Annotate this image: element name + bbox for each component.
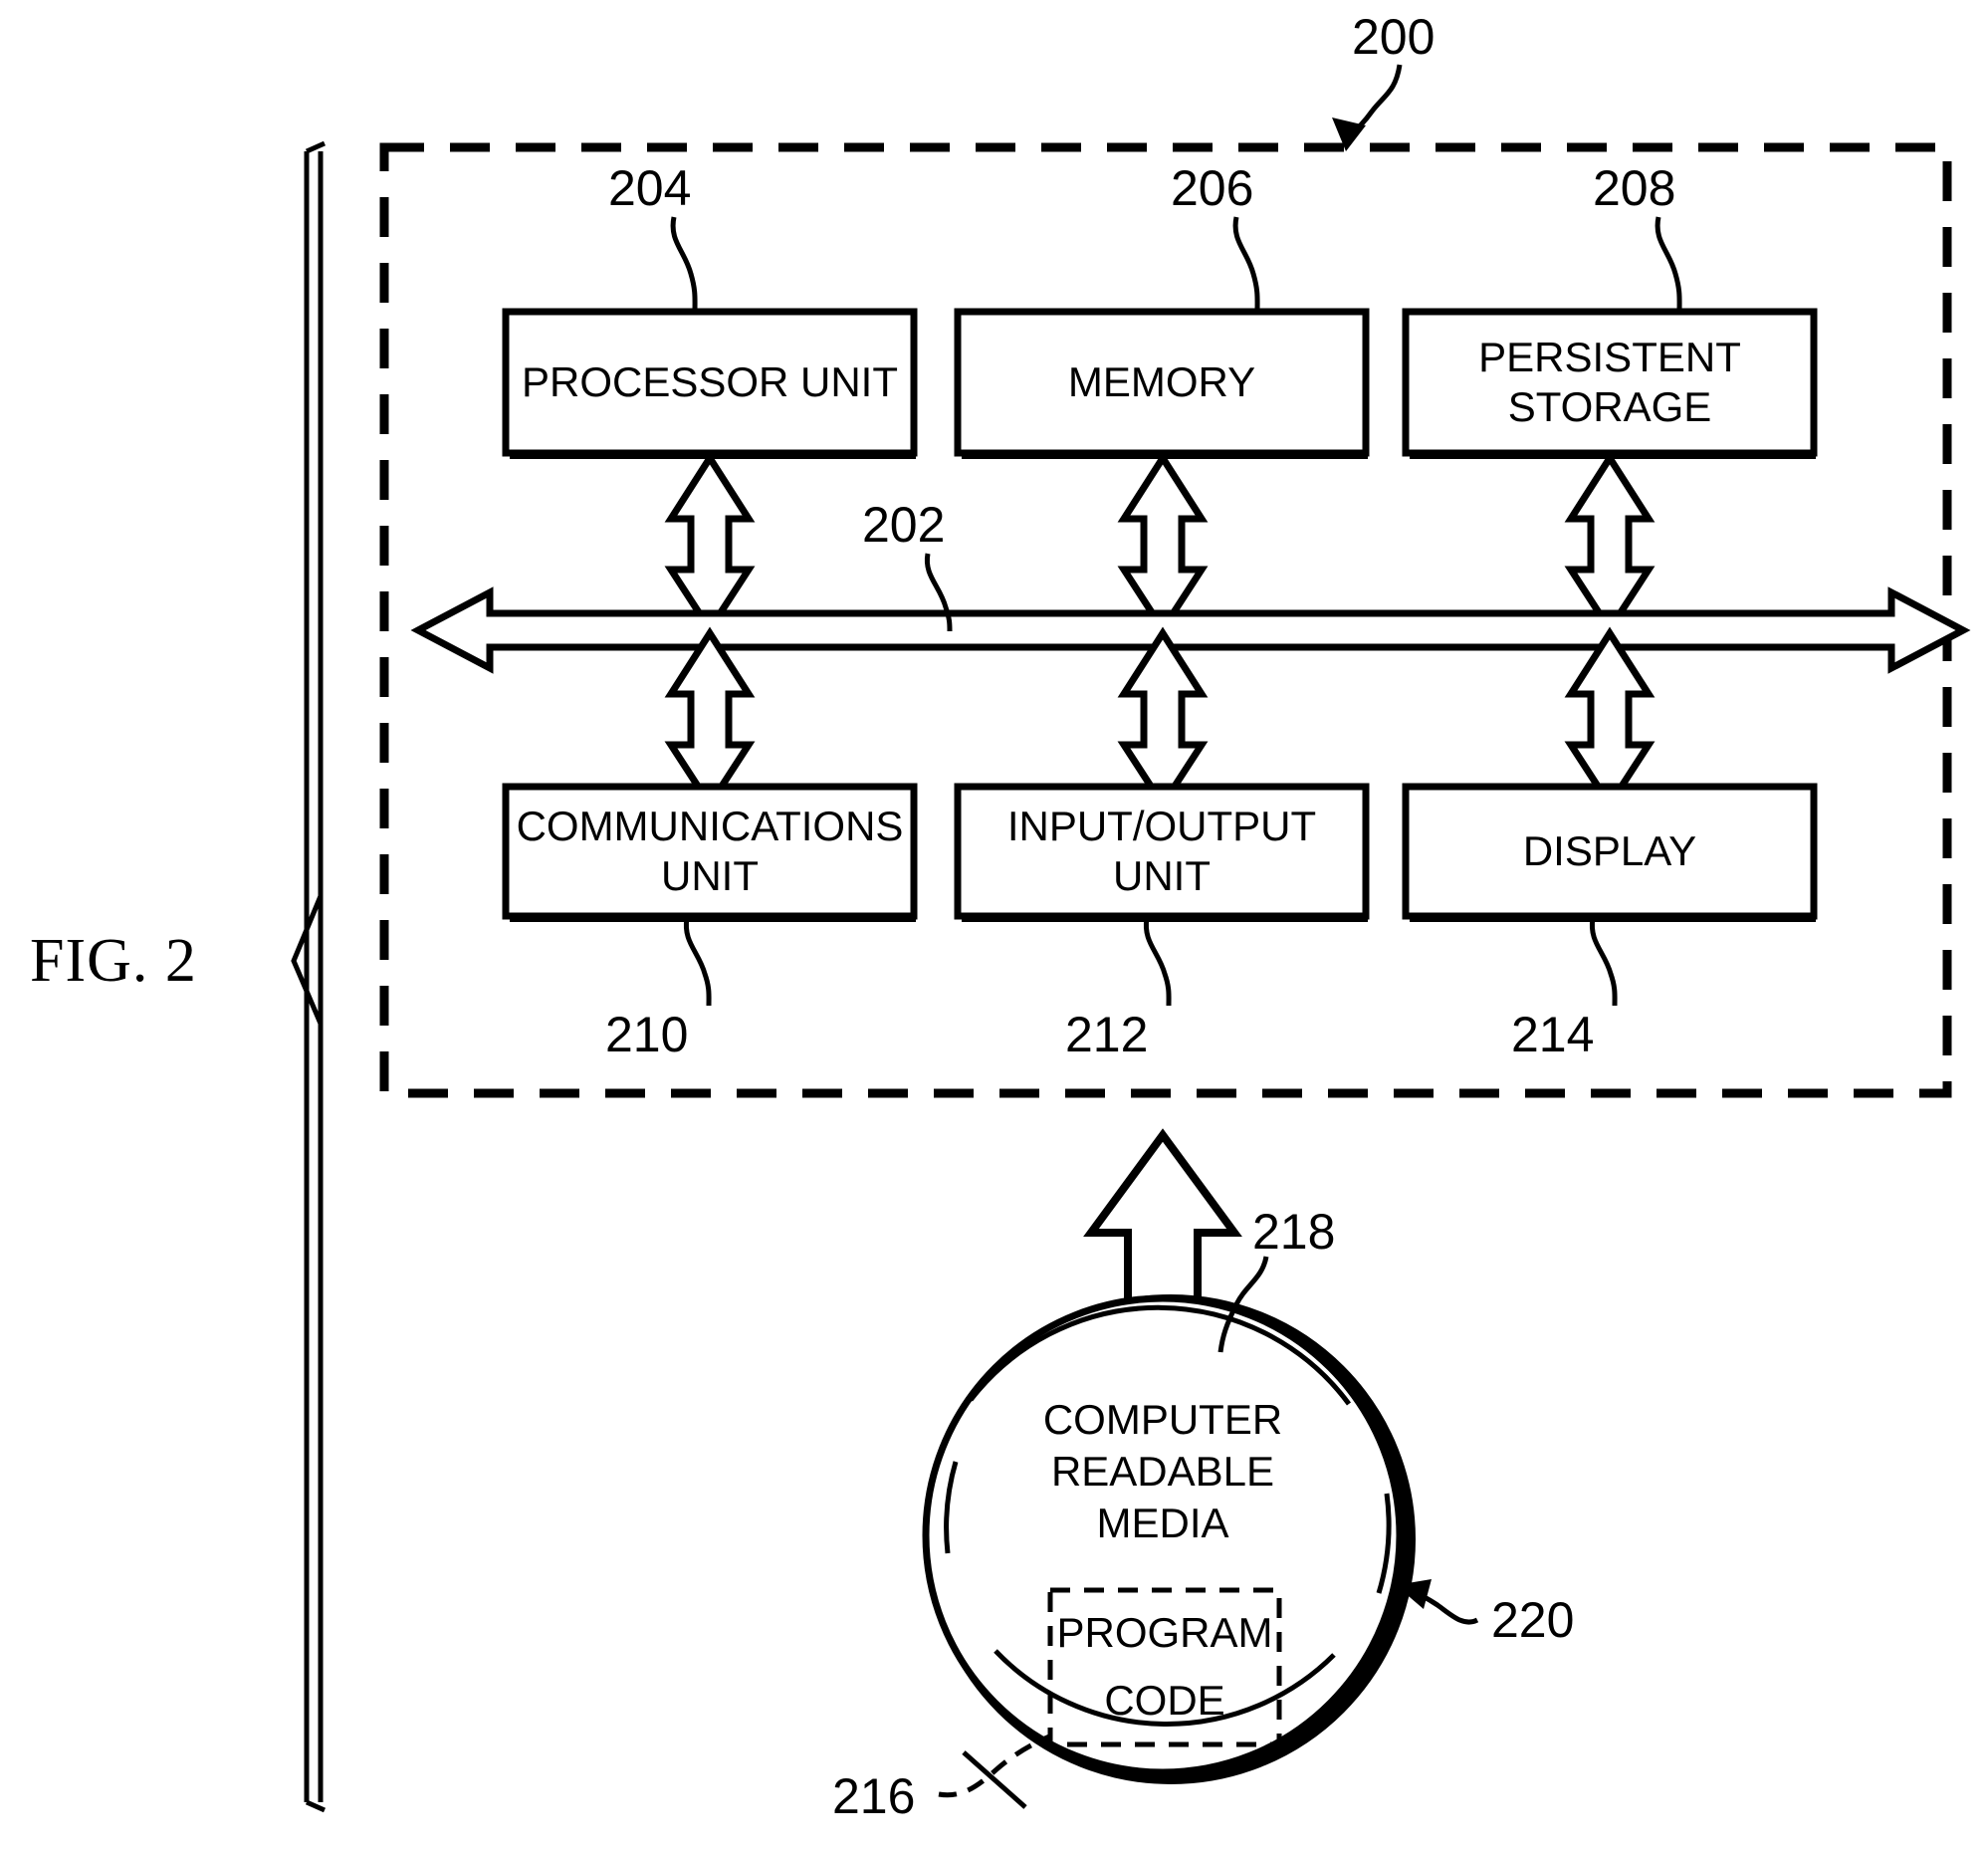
- ref-204-leader: [670, 216, 698, 313]
- system-bus: [410, 586, 1971, 674]
- figure-line-art: [291, 64, 1971, 1813]
- ref-number-210: 210: [605, 1007, 689, 1062]
- ref-206-leader: [1232, 216, 1260, 313]
- processor-bus-arrow: [664, 451, 756, 636]
- communications-bus-arrow: [664, 626, 756, 811]
- display-box: [1402, 783, 1818, 920]
- memory-box: [954, 308, 1370, 457]
- ref-208-leader: [1655, 216, 1682, 313]
- persistent-storage-box: [1402, 308, 1818, 457]
- ref-number-212: 212: [1065, 1007, 1149, 1062]
- processor-unit-box: [502, 308, 918, 457]
- ref-number-200: 200: [1352, 9, 1436, 65]
- ref-number-208: 208: [1593, 160, 1676, 216]
- ref-number-216: 216: [832, 1768, 916, 1824]
- ref-220-leader: [1396, 1579, 1479, 1625]
- figure-bracket: [291, 140, 327, 1813]
- input-output-unit-box: [954, 783, 1370, 920]
- ref-number-220: 220: [1491, 1592, 1575, 1648]
- ref-210-leader: [683, 917, 712, 1007]
- ref-216-crossmark: [962, 1750, 1027, 1809]
- ref-number-206: 206: [1171, 160, 1254, 216]
- figure-title: FIG. 2: [30, 927, 197, 995]
- persistent-storage-bus-arrow: [1564, 451, 1656, 636]
- ref-number-202: 202: [862, 497, 946, 553]
- ref-214-leader: [1589, 917, 1618, 1007]
- ref-212-leader: [1143, 917, 1172, 1007]
- input-output-bus-arrow: [1117, 626, 1209, 811]
- ref-number-204: 204: [608, 160, 692, 216]
- ref-216-leader: [938, 1734, 1051, 1798]
- communications-unit-box: [502, 783, 918, 920]
- ref-number-214: 214: [1511, 1007, 1595, 1062]
- memory-bus-arrow: [1117, 451, 1209, 636]
- computer-readable-media-disc: [922, 1294, 1416, 1784]
- display-bus-arrow: [1564, 626, 1656, 811]
- patent-figure-2: FIG. 2 200 PROCESSOR UNIT MEMORY PERSIST…: [0, 0, 1988, 1853]
- ref-200-leader: [1332, 64, 1403, 151]
- ref-number-218: 218: [1252, 1204, 1336, 1260]
